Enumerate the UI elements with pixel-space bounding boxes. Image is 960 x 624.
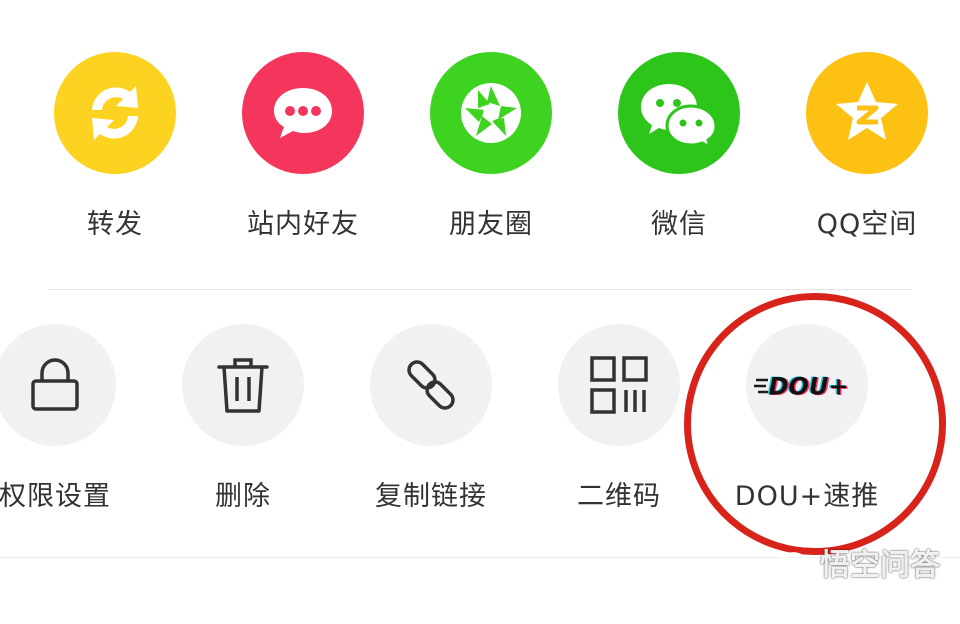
- repost-icon-circle: [54, 52, 176, 174]
- action-qr-code-label: 二维码: [577, 481, 661, 512]
- moments-shutter-icon: [461, 83, 521, 143]
- share-moments-label: 朋友圈: [449, 209, 533, 240]
- share-wechat-label: 微信: [651, 209, 707, 240]
- delete-icon-circle: [182, 324, 304, 446]
- watermark-text: 悟空问答: [820, 548, 940, 583]
- share-sheet: 转发 站内好友 朋友圈 微信 QQ空间 权限设置 删除 复制链接 二维码 DOU…: [0, 0, 960, 624]
- highlight-circle: [675, 284, 955, 564]
- share-repost-label: 转发: [87, 209, 143, 240]
- action-permissions-label: 权限设置: [0, 481, 111, 512]
- wukong-logo-icon: [776, 552, 812, 576]
- qzone-star-icon: [836, 82, 898, 140]
- section-divider: [48, 289, 912, 290]
- watermark: 悟空问答: [774, 540, 940, 584]
- moments-icon-circle: [430, 52, 552, 174]
- permissions-icon-circle: [0, 324, 116, 446]
- qr-code-icon: [590, 356, 648, 414]
- lock-icon: [31, 358, 79, 411]
- qr-code-icon-circle: [558, 324, 680, 446]
- action-copy-link-label: 复制链接: [375, 481, 487, 512]
- share-qzone-label: QQ空间: [816, 209, 918, 240]
- qzone-icon-circle: [806, 52, 928, 174]
- repost-icon: [92, 86, 138, 140]
- action-delete-label: 删除: [215, 481, 271, 512]
- trash-icon: [217, 358, 269, 413]
- chat-bubble-icon: [274, 88, 332, 138]
- link-icon: [407, 360, 455, 410]
- wechat-icon: [641, 84, 718, 150]
- chat-icon-circle: [242, 52, 364, 174]
- wechat-icon-circle: [618, 52, 740, 174]
- share-friends-label: 站内好友: [247, 209, 359, 240]
- copy-link-icon-circle: [370, 324, 492, 446]
